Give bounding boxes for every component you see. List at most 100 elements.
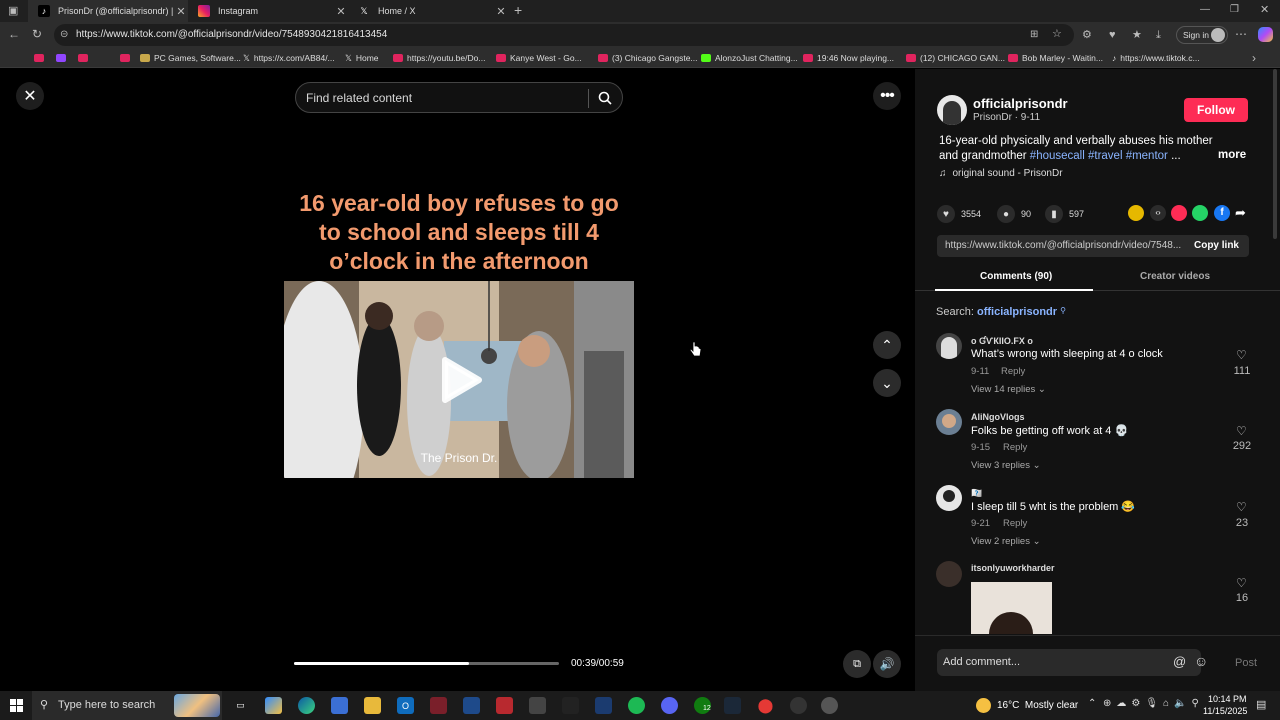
comment-like-icon[interactable]: ♡ [1236,348,1247,362]
description-more-link[interactable]: more [1218,149,1246,161]
search-icon[interactable] [598,91,612,105]
comment-author[interactable]: ο ƓѴКІІО.FX ο [971,336,1033,346]
bookmark-item[interactable] [120,51,134,65]
view-replies-button[interactable]: View 3 replies ⌄ [971,460,1041,471]
sound-row[interactable]: ♫ original sound - PrisonDr [939,168,1063,179]
notifications-icon[interactable]: ▤ [1256,698,1266,711]
favorite-star-icon[interactable]: ☆ [1052,28,1062,40]
comment-avatar[interactable] [936,485,962,511]
scrollbar-thumb[interactable] [1273,69,1277,239]
tab-creator-videos[interactable]: Creator videos [1140,271,1210,282]
app-icon[interactable] [595,697,612,714]
related-search-box[interactable]: Find related content [295,82,623,113]
post-button[interactable]: Post [1235,657,1257,669]
mention-icon[interactable]: @ [1173,654,1186,669]
bookmark-item[interactable] [56,51,70,65]
next-video-button[interactable]: ⌄ [873,369,901,397]
repost-icon[interactable] [1128,205,1144,221]
task-view-icon[interactable]: ▭ [232,697,249,714]
extensions-icon[interactable]: ⚙ [1082,29,1092,41]
close-tab-icon[interactable]: ✕ [334,5,348,18]
video-link-text[interactable]: https://www.tiktok.com/@officialprisondr… [945,240,1183,251]
bookmark-item[interactable]: Bob Marley - Waitin... [1008,51,1103,65]
game-app-icon[interactable] [430,697,447,714]
bookmark-item[interactable]: ♪ https://www.tiktok.c... [1112,51,1200,65]
app-icon[interactable] [562,697,579,714]
reply-button[interactable]: Reply [1003,442,1027,453]
save-count[interactable]: ▮ 597 [1045,205,1084,223]
close-tab-icon[interactable]: ✕ [494,5,508,18]
comment-like-icon[interactable]: ♡ [1236,500,1247,514]
app-icon[interactable] [821,697,838,714]
edge-icon[interactable] [298,697,315,714]
close-tab-icon[interactable]: ✕ [174,5,188,18]
add-comment-field[interactable]: Add comment... @ ☺ [937,649,1208,676]
weather-text[interactable]: 16°C Mostly clear [997,700,1078,711]
downloads-icon[interactable]: ⤓ [1156,29,1161,41]
url-field[interactable]: ⊝ https://www.tiktok.com/@officialprison… [54,24,1074,46]
app-icon[interactable] [529,697,546,714]
search-suggestion[interactable]: Search: officialprisondr ⚲ [936,306,1066,318]
favorites-icon[interactable]: ★ [1132,29,1142,41]
comment-author[interactable]: 🇽🇽 [971,488,982,499]
outlook-icon[interactable]: O [397,697,414,714]
embed-icon[interactable]: ‹› [1150,205,1166,221]
app-icon[interactable] [790,697,807,714]
app-icon[interactable] [463,697,480,714]
copy-link-button[interactable]: Copy link [1194,240,1239,251]
bookmark-item[interactable]: Kanye West - Go... [496,51,582,65]
pip-button[interactable]: ⧉ [843,650,871,678]
clock-date[interactable]: 11/15/2025 [1203,706,1247,716]
tab-instagram[interactable]: Instagram ✕ [188,0,348,22]
tab-x-home[interactable]: 𝕏 Home / X ✕ [348,0,508,22]
windows-start-icon[interactable] [10,699,23,712]
bookmark-item[interactable]: (3) Chicago Gangste... [598,51,698,65]
spotify-icon[interactable] [628,697,645,714]
bookmark-item[interactable]: 𝕏 Home [345,51,379,65]
bookmark-item[interactable]: 𝕏https://x.com/AB84/... [243,51,335,65]
maps-icon[interactable]: ⬤ [757,697,774,714]
comment-count[interactable]: ● 90 [997,205,1031,223]
facebook-icon[interactable]: f [1214,205,1230,221]
more-options-button[interactable]: ••• [873,82,901,110]
steam-icon[interactable] [724,697,741,714]
copilot-taskbar-icon[interactable] [265,697,282,714]
chevron-right-icon[interactable]: › [1252,52,1256,64]
tab-actions-icon[interactable]: ▣ [8,5,18,17]
minimize-icon[interactable]: — [1200,4,1210,16]
video-progress-bar[interactable] [294,662,559,665]
discord-icon[interactable] [661,697,678,714]
tab-comments[interactable]: Comments (90) [980,271,1052,282]
follow-button[interactable]: Follow [1184,98,1248,122]
close-button[interactable]: ✕ [16,82,44,110]
back-icon[interactable]: ← [8,28,20,40]
clock-time[interactable]: 10:14 PM [1208,694,1247,704]
search-input[interactable]: Find related content [306,91,412,105]
store-icon[interactable] [331,697,348,714]
comment-avatar[interactable] [936,333,962,359]
comment-author[interactable]: itsonlyuworkharder [971,563,1055,573]
share-icon[interactable]: ➦ [1235,205,1251,221]
previous-video-button[interactable]: ⌃ [873,331,901,359]
reply-button[interactable]: Reply [1001,366,1025,377]
bookmark-item[interactable]: PC Games, Software... [140,51,241,65]
tray-icons[interactable]: ⊕☁⚙🎙⌂🔈⚲ [1103,698,1204,709]
comment-avatar[interactable] [936,409,962,435]
view-replies-button[interactable]: View 14 replies ⌄ [971,384,1046,395]
browser-essentials-icon[interactable]: ♥ [1109,29,1116,41]
emoji-icon[interactable]: ☺ [1194,653,1208,669]
bookmark-item[interactable]: https://youtu.be/Do... [393,51,485,65]
refresh-icon[interactable]: ↻ [32,28,42,40]
avatar[interactable] [937,95,967,125]
close-window-icon[interactable]: ✕ [1260,4,1269,16]
maximize-icon[interactable]: ❐ [1230,4,1239,16]
sign-in-button[interactable]: Sign in [1176,26,1228,44]
volume-button[interactable]: 🔊 [873,650,901,678]
description-hashtags[interactable]: #housecall #travel #mentor [1030,150,1168,162]
whatsapp-icon[interactable] [1192,205,1208,221]
copilot-icon[interactable] [1258,27,1273,42]
new-tab-icon[interactable]: + [514,3,522,17]
send-icon[interactable] [1171,205,1187,221]
comment-author[interactable]: AliNgoVlogs [971,412,1025,422]
taskbar-search[interactable]: ⚲ Type here to search [32,691,222,720]
